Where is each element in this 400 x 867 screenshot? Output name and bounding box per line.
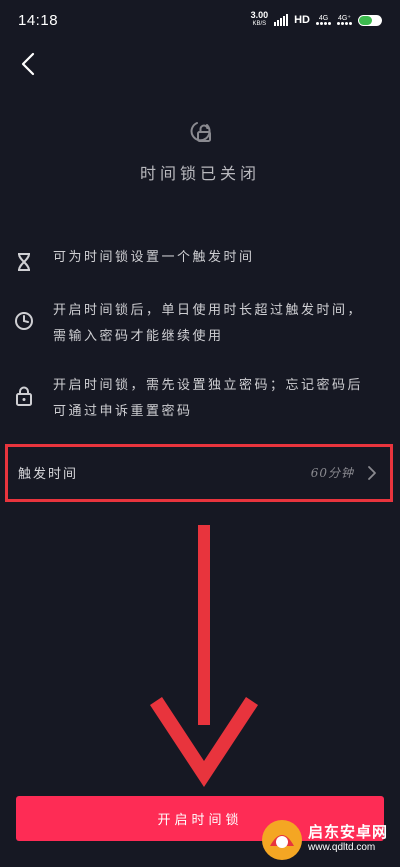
- chevron-left-icon: [21, 52, 35, 76]
- trigger-time-label: 触发时间: [18, 467, 79, 482]
- info-text: 可为时间锁设置一个触发时间: [53, 245, 383, 271]
- info-text-line: 可为时间锁设置一个触发时间: [53, 250, 255, 265]
- network-speed-value: 3.00: [250, 10, 269, 20]
- info-text-line: 开启时间锁，需先设置独立密码；忘记密码后: [53, 378, 364, 393]
- info-text: 开启时间锁后，单日使用时长超过触发时间， 需输入密码才能继续使用: [53, 298, 383, 350]
- site-watermark: 启东安卓网 www.qdltd.com: [260, 815, 396, 865]
- status-indicators: 3.00 KB/S HD 4G 4G⁺: [251, 11, 382, 29]
- hd-badge: HD: [294, 14, 310, 26]
- back-button[interactable]: [12, 48, 44, 80]
- annotation-arrow-down: [150, 525, 258, 787]
- watermark-logo: [262, 820, 302, 860]
- wifi-signal-icon: [274, 14, 289, 26]
- hourglass-icon: [14, 252, 34, 272]
- signal-dots-icon: [316, 22, 331, 25]
- watermark-url: www.qdltd.com: [308, 842, 376, 853]
- status-time: 14:18: [18, 11, 59, 29]
- chevron-right-icon: [368, 466, 376, 480]
- clock-icon: [14, 311, 34, 331]
- network-label-2: 4G⁺: [337, 15, 352, 22]
- lock-icon: [14, 386, 34, 406]
- time-lock-off-icon: [190, 122, 211, 142]
- trigger-time-row[interactable]: 触发时间 60分钟: [5, 444, 393, 502]
- info-text: 开启时间锁，需先设置独立密码；忘记密码后 可通过申诉重置密码: [53, 373, 383, 425]
- watermark-text: 启东安卓网 www.qdltd.com: [308, 824, 388, 856]
- info-text-line: 需输入密码才能继续使用: [53, 329, 224, 344]
- info-text-line: 开启时间锁后，单日使用时长超过触发时间，: [53, 303, 364, 318]
- battery-icon: [358, 14, 382, 26]
- status-bar: 14:18 3.00 KB/S HD 4G 4G⁺: [0, 0, 400, 40]
- network-label-1: 4G: [318, 15, 329, 22]
- info-text-line: 可通过申诉重置密码: [53, 404, 193, 419]
- cellular-signal-1: 4G: [316, 15, 331, 25]
- cellular-signal-2: 4G⁺: [337, 15, 352, 25]
- page-title: 时间锁已关闭: [139, 164, 260, 183]
- network-speed-unit: KB/S: [252, 21, 267, 27]
- signal-dots-icon: [337, 22, 352, 25]
- watermark-name: 启东安卓网: [308, 823, 389, 841]
- network-speed: 3.00 KB/S: [251, 11, 269, 29]
- trigger-time-value: 60分钟: [310, 466, 354, 480]
